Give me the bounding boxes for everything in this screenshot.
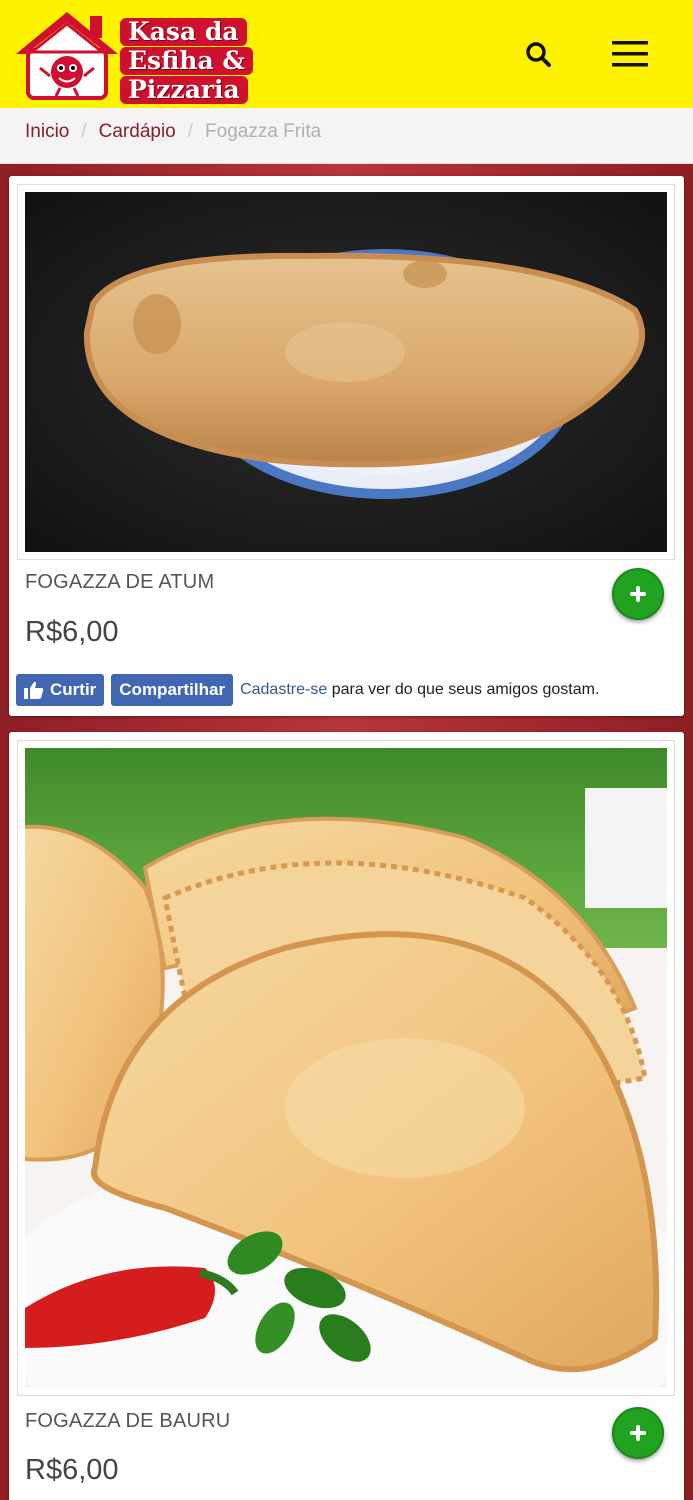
search-icon	[526, 42, 551, 67]
add-to-cart-button[interactable]	[612, 1407, 664, 1459]
breadcrumb-link-inicio[interactable]: Inicio	[25, 121, 69, 142]
facebook-like-label: Curtir	[50, 680, 97, 699]
logo-line: Kasa da	[120, 18, 247, 46]
product-card: FOGAZZA DE BAURU R$6,00	[9, 732, 684, 1500]
product-card: FOGAZZA DE ATUM R$6,00 Curtir Compartilh…	[9, 176, 684, 716]
fogazza-atum-photo	[25, 192, 667, 552]
thumbs-up-icon	[24, 681, 44, 699]
logo-line: Esfiha &	[120, 47, 253, 75]
facebook-share-button[interactable]: Compartilhar	[111, 674, 234, 706]
logo-wordmark: Kasa da Esfiha & Pizzaria	[120, 18, 320, 105]
breadcrumb-link-cardapio[interactable]: Cardápio	[99, 121, 176, 142]
menu-button[interactable]	[608, 32, 652, 76]
house-logo-icon	[16, 12, 118, 100]
facebook-like-button[interactable]: Curtir	[16, 674, 105, 706]
product-price: R$6,00	[25, 616, 119, 648]
add-to-cart-button[interactable]	[612, 568, 664, 620]
product-price: R$6,00	[25, 1454, 119, 1486]
fogazza-bauru-photo	[25, 748, 667, 1388]
breadcrumb-separator: /	[81, 121, 87, 142]
facebook-signup-link[interactable]: Cadastre-se	[240, 681, 327, 698]
product-name: FOGAZZA DE BAURU	[25, 1410, 231, 1432]
facebook-signup-text: Cadastre-se para ver do que seus amigos …	[240, 681, 599, 699]
facebook-plugin: Curtir Compartilhar Cadastre-se para ver…	[16, 674, 599, 706]
product-name: FOGAZZA DE ATUM	[25, 571, 215, 593]
site-logo[interactable]: Kasa da Esfiha & Pizzaria	[12, 8, 322, 105]
product-image-frame	[17, 740, 675, 1396]
facebook-signup-description: para ver do que seus amigos gostam.	[331, 681, 600, 698]
product-image-frame	[17, 184, 675, 560]
breadcrumb-current: Fogazza Frita	[205, 121, 322, 142]
breadcrumb: Inicio / Cardápio / Fogazza Frita	[0, 108, 693, 164]
search-button[interactable]	[516, 32, 560, 76]
site-header: Kasa da Esfiha & Pizzaria	[0, 0, 693, 108]
logo-line: Pizzaria	[120, 76, 248, 104]
hamburger-menu-icon	[612, 41, 648, 67]
breadcrumb-separator: /	[187, 121, 194, 142]
